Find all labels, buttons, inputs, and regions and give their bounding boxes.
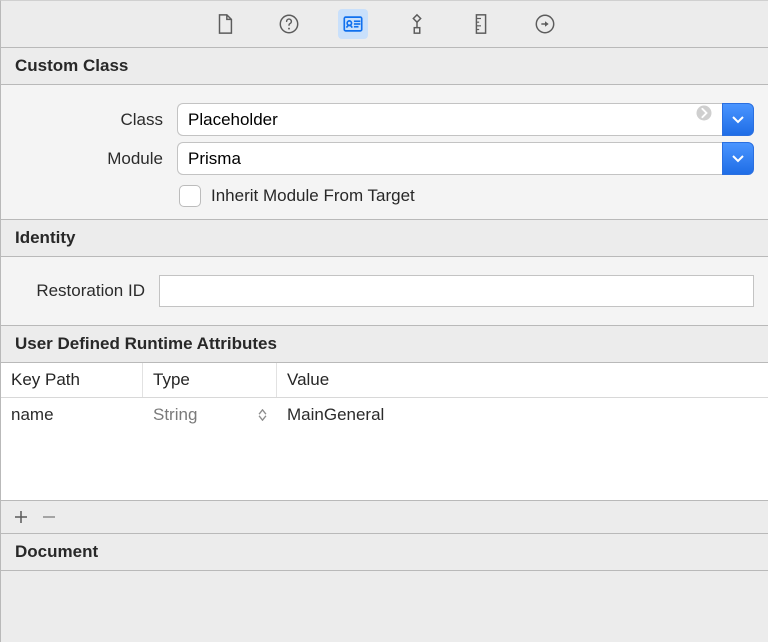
udra-header: User Defined Runtime Attributes: [1, 325, 768, 363]
udra-row[interactable]: name String MainGeneral: [1, 398, 768, 432]
type-popup-icon: [258, 409, 267, 421]
udra-col-type[interactable]: Type: [143, 363, 277, 397]
restoration-id-label: Restoration ID: [15, 281, 145, 301]
document-title: Document: [15, 542, 98, 561]
add-row-button[interactable]: [13, 509, 29, 525]
udra-cell-keypath[interactable]: name: [1, 398, 143, 432]
udra-cell-value[interactable]: MainGeneral: [277, 398, 768, 432]
custom-class-header: Custom Class: [1, 47, 768, 85]
custom-class-title: Custom Class: [15, 56, 128, 75]
tab-size[interactable]: [466, 9, 496, 39]
udra-col-value[interactable]: Value: [277, 363, 768, 397]
tab-help[interactable]: [274, 9, 304, 39]
tab-connections[interactable]: [530, 9, 560, 39]
udra-tbody: name String MainGeneral: [1, 398, 768, 500]
udra-table: Key Path Type Value name String MainGene…: [1, 363, 768, 534]
identity-title: Identity: [15, 228, 75, 247]
module-dropdown-button[interactable]: [722, 142, 754, 175]
identity-body: Restoration ID: [1, 257, 768, 325]
class-dropdown-button[interactable]: [722, 103, 754, 136]
document-header: Document: [1, 534, 768, 571]
inherit-module-checkbox[interactable]: [179, 185, 201, 207]
udra-footer: [1, 500, 768, 534]
tab-attributes[interactable]: [402, 9, 432, 39]
udra-title: User Defined Runtime Attributes: [15, 334, 277, 353]
class-input[interactable]: [177, 103, 722, 136]
restoration-id-input[interactable]: [159, 275, 754, 307]
udra-thead: Key Path Type Value: [1, 363, 768, 398]
custom-class-body: Class Module: [1, 85, 768, 219]
inspector-panel: Custom Class Class Module: [0, 0, 768, 642]
module-label: Module: [15, 149, 163, 169]
class-label: Class: [15, 110, 163, 130]
udra-cell-type[interactable]: String: [143, 398, 277, 432]
inherit-module-label: Inherit Module From Target: [211, 186, 415, 206]
inspector-tabbar: [1, 1, 768, 47]
tab-identity[interactable]: [338, 9, 368, 39]
identity-header: Identity: [1, 219, 768, 257]
udra-col-keypath[interactable]: Key Path: [1, 363, 143, 397]
remove-row-button[interactable]: [41, 509, 57, 525]
tab-file[interactable]: [210, 9, 240, 39]
module-input[interactable]: [177, 142, 722, 175]
udra-cell-type-text: String: [153, 405, 197, 425]
